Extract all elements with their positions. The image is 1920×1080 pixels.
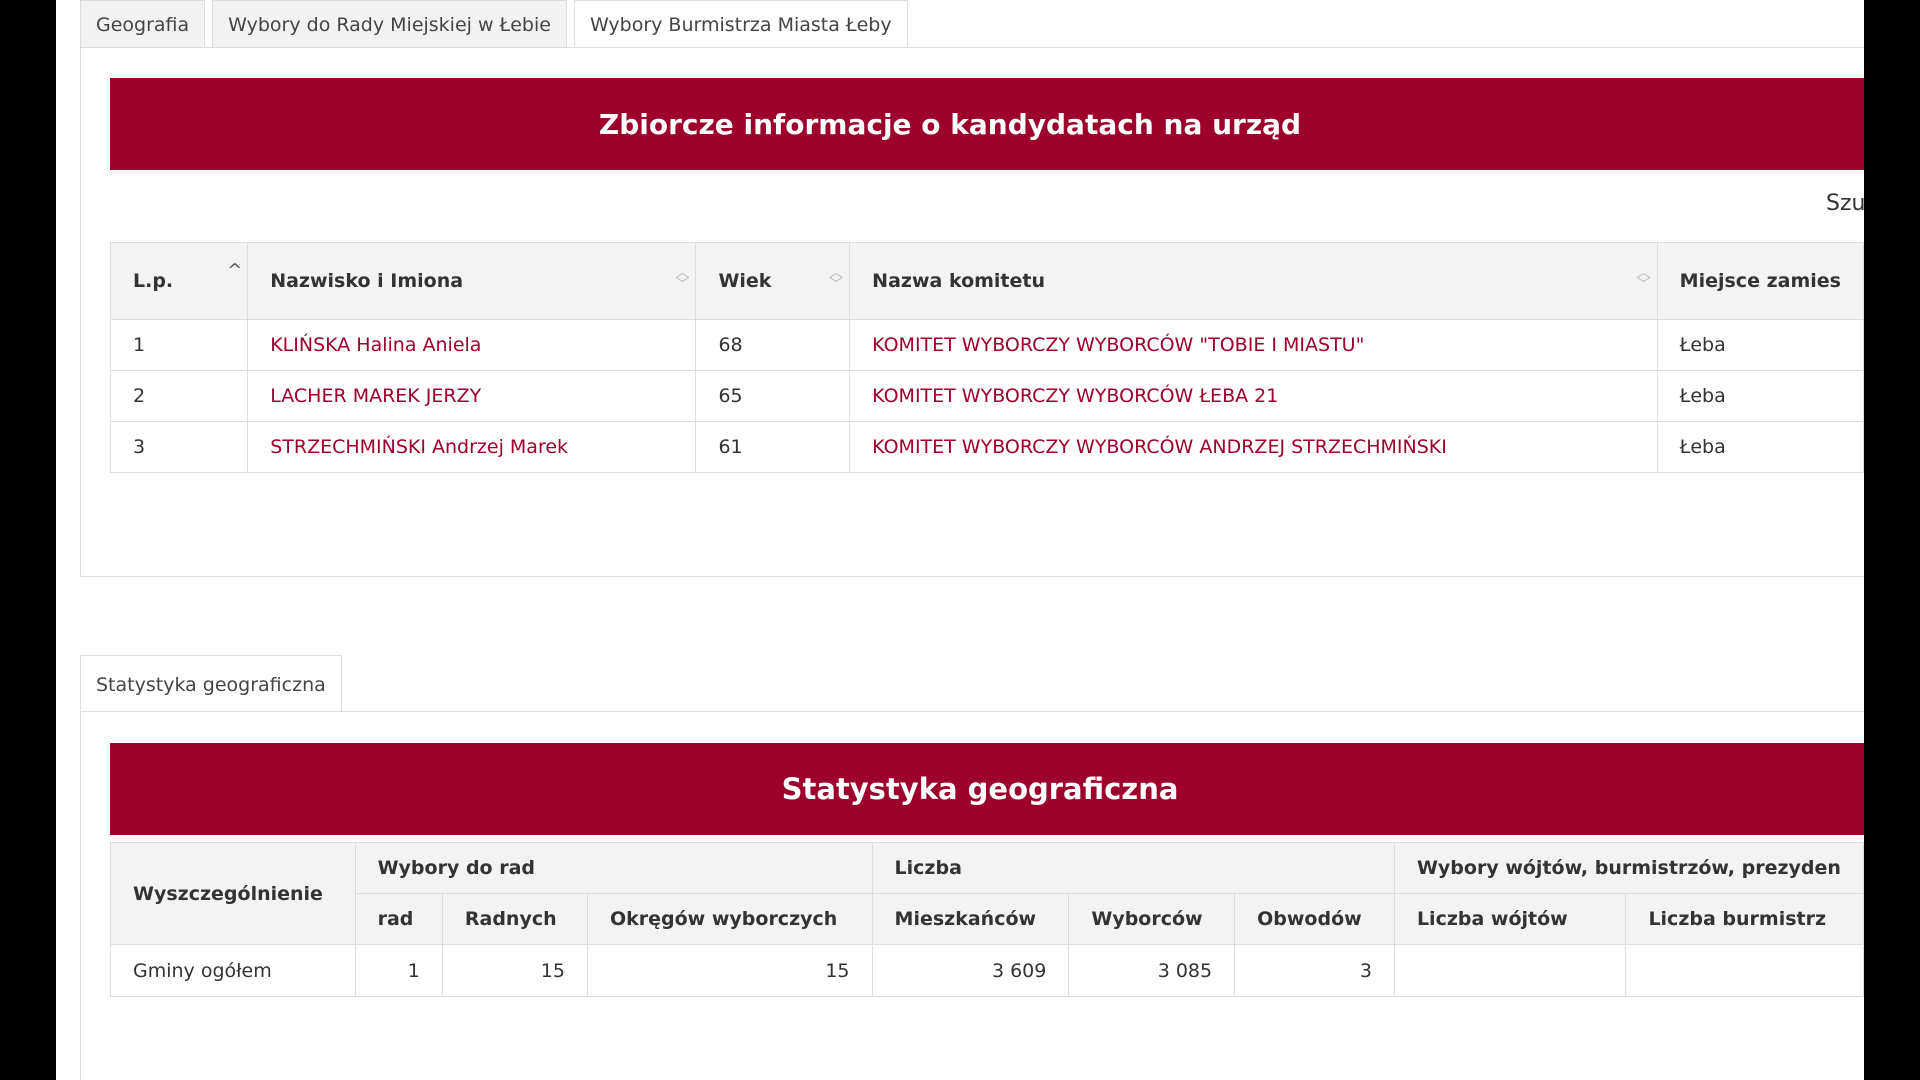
candidates-banner: Zbiorcze informacje o kandydatach na urz… (110, 78, 1864, 170)
cell-wyborcow: 3 085 (1068, 944, 1236, 997)
header-radnych: Radnych (441, 893, 588, 945)
geo-stats-table: Wyszczególnienie Wybory do rad Liczba Wy… (110, 842, 1864, 997)
cell-name: KLIŃSKA Halina Aniela (247, 319, 697, 371)
table-row: 1 KLIŃSKA Halina Aniela 68 KOMITET WYBOR… (109, 319, 1864, 371)
cell-label: Gminy ogółem (110, 944, 356, 997)
header-mayor-elections: Wybory wójtów, burmistrzów, prezyden (1393, 842, 1864, 894)
geo-group-header-row: Wyszczególnienie Wybory do rad Liczba Wy… (110, 842, 1864, 945)
cell-committee: KOMITET WYBORCZY WYBORCÓW "TOBIE I MIAST… (849, 319, 1658, 371)
cell-okregow: 15 (586, 944, 873, 997)
header-wojtow: Liczba wójtów (1393, 893, 1627, 945)
geo-stats-title: Statystyka geograficzna (781, 772, 1179, 806)
geo-stats-banner: Statystyka geograficzna (110, 743, 1864, 835)
tab-geo-stats[interactable]: Statystyka geograficzna (80, 655, 342, 713)
cell-age: 61 (695, 421, 851, 473)
cell-mieszkancow: 3 609 (871, 944, 1070, 997)
header-mieszkancow: Mieszkańców (871, 893, 1070, 945)
column-header-residence[interactable]: Miejsce zamies (1656, 242, 1864, 320)
tab-geografia[interactable]: Geografia (80, 0, 206, 48)
committee-link[interactable]: KOMITET WYBORCZY WYBORCÓW "TOBIE I MIAST… (872, 334, 1364, 356)
header-detail: Wyszczególnienie (110, 842, 356, 945)
candidates-header-row: L.p. ^ Nazwisko i Imiona ︿ ﹀ Wiek ︿ ﹀ Nazwa k… (109, 242, 1864, 320)
search-label: Szu (1826, 191, 1864, 216)
header-obwodow: Obwodów (1234, 893, 1395, 945)
cell-name: STRZECHMIŃSKI Andrzej Marek (247, 421, 697, 473)
cell-burmistrzow (1625, 944, 1864, 997)
election-tabs: Geografia Wybory do Rady Miejskiej w Łeb… (80, 0, 915, 49)
header-rad: rad (354, 893, 443, 945)
cell-lp: 3 (109, 421, 249, 473)
sort-asc-icon: ^ (227, 260, 243, 281)
cell-residence: Łeba (1656, 319, 1864, 371)
stats-tabs: Statystyka geograficzna (80, 654, 349, 713)
cell-residence: Łeba (1656, 370, 1864, 422)
cell-name: LACHER MAREK JERZY (247, 370, 697, 422)
candidate-link[interactable]: KLIŃSKA Halina Aniela (270, 334, 481, 356)
table-row: 3 STRZECHMIŃSKI Andrzej Marek 61 KOMITET… (109, 421, 1864, 473)
sort-icon: ︿ ﹀ (675, 265, 690, 293)
sort-icon: ︿ ﹀ (1636, 265, 1651, 293)
column-header-lp[interactable]: L.p. ^ (109, 242, 249, 320)
committee-link[interactable]: KOMITET WYBORCZY WYBORCÓW ŁEBA 21 (872, 385, 1278, 407)
committee-link[interactable]: KOMITET WYBORCZY WYBORCÓW ANDRZEJ STRZEC… (872, 436, 1447, 458)
geo-sub-header-row: rad Radnych Okręgów wyborczych Mieszkańc… (111, 893, 1864, 945)
tab-city-council-elections[interactable]: Wybory do Rady Miejskiej w Łebie (212, 0, 567, 48)
candidate-link[interactable]: LACHER MAREK JERZY (270, 385, 481, 407)
tab-mayor-elections[interactable]: Wybory Burmistrza Miasta Łeby (573, 0, 908, 49)
header-council-elections: Wybory do rad (354, 842, 873, 894)
column-header-name[interactable]: Nazwisko i Imiona ︿ ﹀ (247, 242, 697, 320)
cell-radnych: 15 (441, 944, 588, 997)
column-header-committee[interactable]: Nazwa komitetu ︿ ﹀ (849, 242, 1658, 320)
candidates-table: L.p. ^ Nazwisko i Imiona ︿ ﹀ Wiek ︿ ﹀ Nazwa k… (109, 242, 1864, 473)
cell-age: 65 (695, 370, 851, 422)
table-row: Gminy ogółem 1 15 15 3 609 3 085 3 (110, 944, 1864, 997)
cell-residence: Łeba (1656, 421, 1864, 473)
header-okregow: Okręgów wyborczych (586, 893, 873, 945)
cell-rad: 1 (354, 944, 443, 997)
cell-wojtow (1393, 944, 1627, 997)
cell-obwodow: 3 (1234, 944, 1395, 997)
header-burmistrzow: Liczba burmistrz (1625, 893, 1864, 945)
header-wyborcow: Wyborców (1068, 893, 1236, 945)
sort-icon: ︿ ﹀ (829, 265, 844, 293)
cell-committee: KOMITET WYBORCZY WYBORCÓW ANDRZEJ STRZEC… (849, 421, 1658, 473)
candidates-title: Zbiorcze informacje o kandydatach na urz… (598, 107, 1302, 141)
cell-lp: 2 (109, 370, 249, 422)
page: Geografia Wybory do Rady Miejskiej w Łeb… (56, 0, 1864, 1080)
cell-age: 68 (695, 319, 851, 371)
cell-committee: KOMITET WYBORCZY WYBORCÓW ŁEBA 21 (849, 370, 1658, 422)
header-count: Liczba (871, 842, 1395, 894)
column-header-age[interactable]: Wiek ︿ ﹀ (695, 242, 851, 320)
table-row: 2 LACHER MAREK JERZY 65 KOMITET WYBORCZY… (109, 370, 1864, 422)
cell-lp: 1 (109, 319, 249, 371)
candidate-link[interactable]: STRZECHMIŃSKI Andrzej Marek (270, 436, 568, 458)
